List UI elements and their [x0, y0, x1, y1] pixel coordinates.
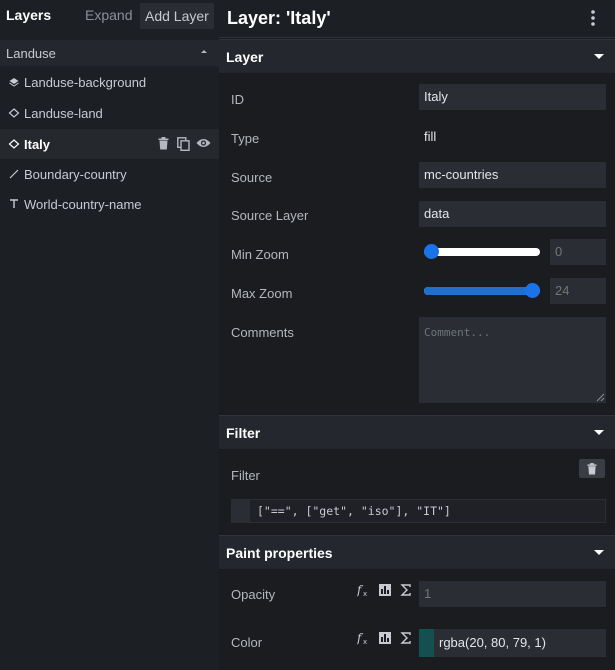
- line-layer-icon: [9, 169, 19, 179]
- editor-header: Layer: 'Italy': [219, 0, 615, 38]
- layer-group-landuse[interactable]: Landuse: [0, 40, 219, 66]
- opacity-expression-tools: fx: [357, 583, 413, 597]
- add-layer-button[interactable]: Add Layer: [140, 3, 214, 29]
- fill-layer-icon: [8, 139, 20, 149]
- source-label: Source: [231, 170, 273, 185]
- chevron-down-icon[interactable]: [593, 53, 605, 61]
- slider-fill: [424, 287, 533, 295]
- min-zoom-input[interactable]: [550, 239, 606, 265]
- layer-item-label: Boundary-country: [24, 167, 127, 182]
- delete-icon: [587, 462, 597, 474]
- section-title: Paint properties: [226, 545, 333, 561]
- min-zoom-label: Min Zoom: [231, 247, 289, 262]
- layers-panel: Layers Expand Add Layer Landuse Landuse-…: [0, 0, 219, 670]
- color-input[interactable]: [434, 629, 606, 657]
- layer-item-label: Italy: [24, 137, 51, 152]
- type-value: fill: [424, 129, 437, 144]
- duplicate-icon[interactable]: [177, 137, 190, 151]
- layer-editor: Layer: 'Italy' Layer ID Type fill Source…: [219, 0, 615, 670]
- id-input[interactable]: [419, 84, 606, 110]
- layers-title: Layers: [6, 7, 52, 23]
- editor-gutter: [232, 500, 250, 522]
- comments-textarea[interactable]: [419, 317, 606, 403]
- layer-item-label: World-country-name: [24, 197, 142, 212]
- layer-item-label: Landuse-background: [24, 75, 147, 90]
- layer-section-header[interactable]: Layer: [219, 39, 615, 73]
- function-icon[interactable]: fx: [357, 631, 371, 645]
- source-layer-input[interactable]: [419, 201, 606, 227]
- filter-expression-editor[interactable]: ["==", ["get", "iso"], "IT"]: [231, 499, 606, 523]
- color-swatch[interactable]: [419, 629, 434, 657]
- chevron-down-icon[interactable]: [593, 429, 605, 437]
- data-chart-icon[interactable]: [378, 583, 392, 597]
- filter-label: Filter: [231, 468, 260, 483]
- id-label: ID: [231, 92, 244, 107]
- symbol-layer-icon: [10, 199, 18, 208]
- svg-text:x: x: [363, 590, 367, 597]
- svg-text:x: x: [363, 638, 367, 645]
- sigma-icon[interactable]: [399, 583, 413, 597]
- source-layer-label: Source Layer: [231, 208, 309, 223]
- min-zoom-slider[interactable]: [424, 244, 540, 259]
- function-icon[interactable]: fx: [357, 583, 371, 597]
- section-title: Layer: [226, 49, 264, 65]
- slider-thumb[interactable]: [424, 244, 439, 259]
- data-chart-icon[interactable]: [378, 631, 392, 645]
- paint-section-header[interactable]: Paint properties: [219, 535, 615, 569]
- color-expression-tools: fx: [357, 631, 413, 645]
- sigma-icon[interactable]: [399, 631, 413, 645]
- resize-grip-icon[interactable]: [596, 393, 605, 402]
- collapse-caret-icon[interactable]: [199, 46, 209, 56]
- comments-label: Comments: [231, 325, 294, 340]
- opacity-label: Opacity: [231, 587, 276, 602]
- fill-layer-icon: [8, 108, 20, 118]
- expand-button[interactable]: Expand: [85, 7, 132, 23]
- filter-section-header[interactable]: Filter: [219, 415, 615, 449]
- layer-item-italy[interactable]: Italy: [0, 129, 219, 159]
- chevron-down-icon[interactable]: [593, 549, 605, 557]
- delete-filter-button[interactable]: [579, 459, 605, 478]
- layer-item-landuse-background[interactable]: Landuse-background: [0, 67, 219, 97]
- editor-title: Layer: 'Italy': [227, 8, 331, 28]
- filter-expression: ["==", ["get", "iso"], "IT"]: [257, 504, 451, 518]
- layer-item-landuse-land[interactable]: Landuse-land: [0, 98, 219, 128]
- layer-group-label: Landuse: [6, 46, 56, 61]
- max-zoom-label: Max Zoom: [231, 286, 293, 301]
- layer-item-label: Landuse-land: [24, 106, 103, 121]
- type-label: Type: [231, 131, 260, 146]
- slider-thumb[interactable]: [525, 283, 540, 298]
- visibility-eye-icon[interactable]: [196, 137, 211, 149]
- max-zoom-slider[interactable]: [424, 283, 540, 298]
- layer-item-world-country-name[interactable]: World-country-name: [0, 189, 219, 219]
- delete-icon[interactable]: [158, 137, 169, 150]
- opacity-input[interactable]: [419, 581, 606, 607]
- layers-header: Layers Expand Add Layer: [0, 0, 219, 38]
- background-layer-icon: [9, 78, 19, 87]
- layer-item-boundary-country[interactable]: Boundary-country: [0, 159, 219, 189]
- max-zoom-input[interactable]: [550, 278, 606, 304]
- section-title: Filter: [226, 425, 261, 441]
- more-options-icon[interactable]: [587, 9, 599, 27]
- source-input[interactable]: [419, 162, 606, 188]
- color-label: Color: [231, 635, 263, 650]
